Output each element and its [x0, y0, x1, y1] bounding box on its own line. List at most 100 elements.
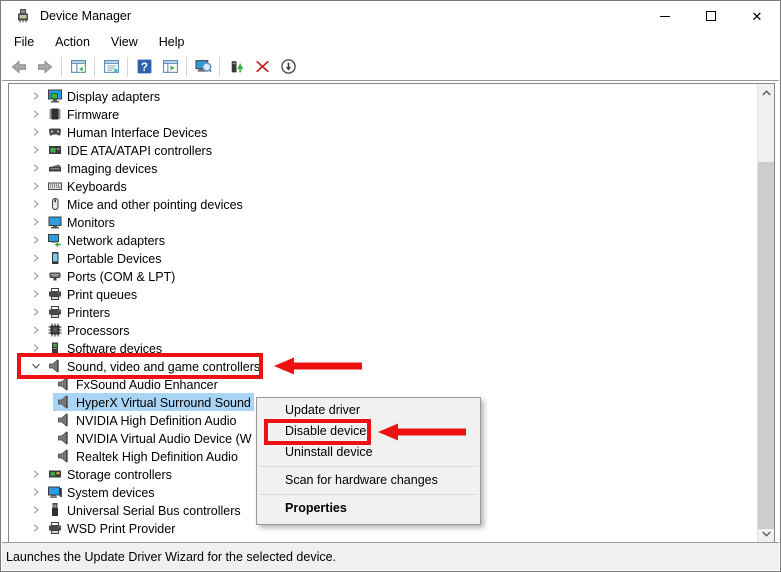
tree-item-content[interactable]: System devices	[44, 483, 158, 501]
tree-item-content[interactable]: Printers	[44, 303, 113, 321]
tree-item-content[interactable]: Network adapters	[44, 231, 168, 249]
menu-item-scan-for-hardware-changes[interactable]: Scan for hardware changes	[257, 470, 480, 491]
scrollbar-down-button[interactable]	[758, 525, 775, 542]
hid-icon	[47, 124, 63, 140]
menu-help[interactable]: Help	[150, 32, 194, 52]
tree-item-content[interactable]: Keyboards	[44, 177, 130, 195]
chevron-right-icon[interactable]	[28, 322, 44, 338]
tree-item-fxsound-audio-enhancer[interactable]: FxSound Audio Enhancer	[9, 375, 757, 393]
tree-item-keyboards[interactable]: Keyboards	[9, 177, 757, 195]
tree-item-processors[interactable]: Processors	[9, 321, 757, 339]
chevron-right-icon[interactable]	[28, 88, 44, 104]
chevron-right-icon[interactable]	[28, 268, 44, 284]
tree-item-content[interactable]: Storage controllers	[44, 465, 175, 483]
tree-item-label: WSD Print Provider	[67, 521, 175, 536]
chevron-right-icon[interactable]	[28, 250, 44, 266]
tree-item-content[interactable]: Human Interface Devices	[44, 123, 210, 141]
tree-item-printers[interactable]: Printers	[9, 303, 757, 321]
tree-item-display-adapters[interactable]: Display adapters	[9, 87, 757, 105]
tree-item-portable-devices[interactable]: Portable Devices	[9, 249, 757, 267]
chevron-right-icon[interactable]	[28, 196, 44, 212]
forward-button[interactable]	[32, 55, 58, 79]
scan-hardware-icon	[195, 58, 212, 75]
chevron-right-icon[interactable]	[28, 160, 44, 176]
tree-item-content[interactable]: IDE ATA/ATAPI controllers	[44, 141, 215, 159]
tree-item-monitors[interactable]: Monitors	[9, 213, 757, 231]
show-console-tree-button[interactable]	[65, 55, 91, 79]
tree-item-content[interactable]: Portable Devices	[44, 249, 165, 267]
menu-file[interactable]: File	[5, 32, 43, 52]
chevron-right-icon[interactable]	[28, 466, 44, 482]
tree-item-sound-video-and-game-controllers[interactable]: Sound, video and game controllers	[9, 357, 757, 375]
tree-item-content[interactable]: Software devices	[44, 339, 165, 357]
vertical-scrollbar[interactable]	[757, 84, 774, 542]
chevron-right-icon[interactable]	[28, 502, 44, 518]
menu-item-uninstall-device[interactable]: Uninstall device	[257, 442, 480, 463]
tree-item-content[interactable]: WSD Print Provider	[44, 519, 178, 537]
tree-item-firmware[interactable]: Firmware	[9, 105, 757, 123]
tree-item-content[interactable]: Processors	[44, 321, 133, 339]
tree-item-content[interactable]: HyperX Virtual Surround Sound	[53, 393, 254, 411]
tree-item-content[interactable]: NVIDIA Virtual Audio Device (W	[53, 429, 255, 447]
minimize-button[interactable]	[642, 1, 688, 31]
portable-icon	[47, 250, 63, 266]
close-button[interactable]: ✕	[734, 1, 780, 31]
tree-item-mice-and-other-pointing-devices[interactable]: Mice and other pointing devices	[9, 195, 757, 213]
tree-item-human-interface-devices[interactable]: Human Interface Devices	[9, 123, 757, 141]
tree-item-content[interactable]: FxSound Audio Enhancer	[53, 375, 221, 393]
scrollbar-up-button[interactable]	[758, 84, 775, 101]
forward-arrow-icon	[35, 59, 55, 75]
show-action-pane-button[interactable]	[157, 55, 183, 79]
help-button[interactable]	[131, 55, 157, 79]
tree-item-content[interactable]: Monitors	[44, 213, 118, 231]
tree-item-content[interactable]: Imaging devices	[44, 159, 160, 177]
tree-item-label: System devices	[67, 485, 155, 500]
uninstall-device-button[interactable]	[249, 55, 275, 79]
maximize-button[interactable]	[688, 1, 734, 31]
chevron-right-icon[interactable]	[28, 124, 44, 140]
chevron-right-icon[interactable]	[28, 304, 44, 320]
tree-item-content[interactable]: Display adapters	[44, 87, 163, 105]
back-button[interactable]	[6, 55, 32, 79]
tree-item-software-devices[interactable]: Software devices	[9, 339, 757, 357]
tree-item-ide-ata-atapi-controllers[interactable]: IDE ATA/ATAPI controllers	[9, 141, 757, 159]
chevron-down-icon[interactable]	[28, 358, 44, 374]
tree-item-content[interactable]: Print queues	[44, 285, 140, 303]
tree-item-label: Universal Serial Bus controllers	[67, 503, 241, 518]
tree-item-content[interactable]: Firmware	[44, 105, 122, 123]
tree-item-print-queues[interactable]: Print queues	[9, 285, 757, 303]
tree-item-content[interactable]: NVIDIA High Definition Audio	[53, 411, 240, 429]
tree-item-content[interactable]: Mice and other pointing devices	[44, 195, 246, 213]
properties-button[interactable]	[98, 55, 124, 79]
tree-item-content[interactable]: Ports (COM & LPT)	[44, 267, 178, 285]
menu-item-disable-device[interactable]: Disable device	[257, 421, 480, 442]
menu-action[interactable]: Action	[46, 32, 99, 52]
device-manager-window: Device Manager ✕ FileActionViewHelp Disp…	[0, 0, 781, 572]
menu-view[interactable]: View	[102, 32, 147, 52]
chevron-right-icon[interactable]	[28, 286, 44, 302]
chevron-right-icon[interactable]	[28, 142, 44, 158]
chevron-right-glyph	[30, 324, 42, 336]
tree-item-content[interactable]: Realtek High Definition Audio	[53, 447, 241, 465]
menu-item-update-driver[interactable]: Update driver	[257, 400, 480, 421]
tree-item-ports-com-lpt[interactable]: Ports (COM & LPT)	[9, 267, 757, 285]
chevron-right-icon[interactable]	[28, 484, 44, 500]
tree-item-imaging-devices[interactable]: Imaging devices	[9, 159, 757, 177]
update-driver-button[interactable]	[223, 55, 249, 79]
tree-item-label: NVIDIA High Definition Audio	[76, 413, 237, 428]
scan-for-hardware-changes-button[interactable]	[190, 55, 216, 79]
tree-item-content[interactable]: Sound, video and game controllers	[44, 357, 263, 375]
chevron-right-icon[interactable]	[28, 214, 44, 230]
scrollbar-thumb[interactable]	[758, 162, 775, 529]
chevron-right-icon[interactable]	[28, 106, 44, 122]
tree-item-network-adapters[interactable]: Network adapters	[9, 231, 757, 249]
maximize-icon	[706, 11, 716, 21]
disable-device-button[interactable]	[275, 55, 301, 79]
chevron-right-icon[interactable]	[28, 178, 44, 194]
chevron-right-icon[interactable]	[28, 520, 44, 536]
menu-item-properties[interactable]: Properties	[257, 498, 480, 519]
tree-item-content[interactable]: Universal Serial Bus controllers	[44, 501, 244, 519]
chevron-right-icon[interactable]	[28, 340, 44, 356]
caption-buttons: ✕	[642, 1, 780, 31]
chevron-right-icon[interactable]	[28, 232, 44, 248]
